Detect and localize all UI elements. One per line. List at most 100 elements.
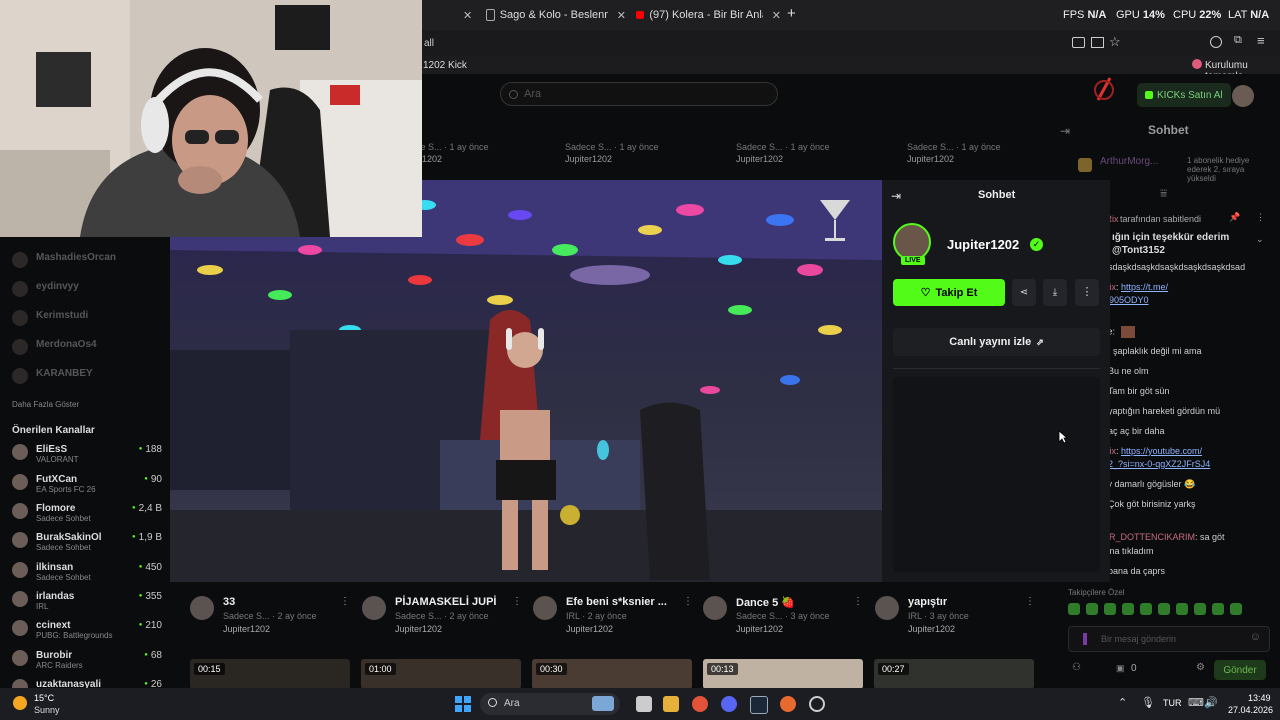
sidebar-item-burobir[interactable]: BurobirARC Raiders68: [12, 650, 162, 670]
chat-message: yina tıkladım: [1103, 546, 1154, 556]
card-channel[interactable]: Jupiter1202: [565, 154, 612, 164]
sidebar-item-irlandas[interactable]: irlandasIRL355: [12, 591, 162, 611]
video-thumbnail[interactable]: 00:13: [703, 659, 863, 689]
followers-only-label: Takipçilere Özel: [1068, 588, 1125, 597]
chevron-down-icon[interactable]: ⌄: [1256, 234, 1264, 245]
menu-icon[interactable]: ≡: [1257, 33, 1265, 48]
video-thumbnail[interactable]: 01:00: [361, 659, 521, 689]
emote-icon[interactable]: [1176, 603, 1188, 615]
more-options-icon[interactable]: ⋮: [512, 596, 522, 607]
clock-time[interactable]: 13:49: [1248, 693, 1271, 703]
buy-kicks-button[interactable]: KICKs Satın Al: [1137, 83, 1231, 107]
chat-link[interactable]: https://t.me/: [1121, 282, 1168, 292]
weather-sun-icon[interactable]: [13, 696, 27, 710]
bookmark-star-icon[interactable]: ☆: [1109, 34, 1121, 50]
video-thumbnail[interactable]: 00:15: [190, 659, 350, 689]
emote-icon[interactable]: [1104, 603, 1116, 615]
sidebar-item-ilkinsan[interactable]: ilkinsanSadece Sohbet450: [12, 562, 162, 582]
emote-icon[interactable]: [1230, 603, 1242, 615]
new-tab-button[interactable]: +: [787, 4, 796, 22]
stream-video[interactable]: [170, 180, 882, 582]
clock-date[interactable]: 27.04.2026: [1228, 705, 1273, 715]
emote-icon[interactable]: [1122, 603, 1134, 615]
chat-link[interactable]: https://youtube.com/: [1121, 446, 1202, 456]
sidebar-channel[interactable]: Kerimstudi: [12, 310, 162, 326]
user-avatar[interactable]: [1232, 85, 1254, 107]
more-options-icon[interactable]: ⋮: [340, 596, 350, 607]
more-options-icon[interactable]: ⋮: [1075, 279, 1099, 306]
video-thumbnail[interactable]: 00:30: [532, 659, 692, 689]
close-tab-icon[interactable]: ✕: [617, 9, 626, 22]
sidebar-channel[interactable]: MerdonaOs4: [12, 339, 162, 355]
collapse-chat-icon[interactable]: ⇥: [891, 189, 901, 203]
firefox-icon: [1192, 59, 1202, 69]
card-channel[interactable]: Jupiter1202: [736, 154, 783, 164]
download-icon[interactable]: ⤓: [1043, 279, 1067, 306]
recommended-title: Önerilen Kanallar: [12, 425, 95, 436]
account-icon[interactable]: [1210, 36, 1222, 48]
filter-icon[interactable]: ⩸: [1160, 186, 1167, 201]
chevron-up-icon[interactable]: ⌃: [1118, 696, 1127, 709]
url-text[interactable]: all: [424, 38, 434, 49]
firefox-icon[interactable]: [692, 696, 708, 712]
emote-icon[interactable]: [1140, 603, 1152, 615]
microphone-icon[interactable]: 🎙: [1141, 696, 1155, 709]
weather-temp[interactable]: 15°C: [34, 693, 54, 703]
mouse-cursor-icon: [1058, 430, 1068, 444]
chat-message-input[interactable]: Bir mesaj gönderin ☺: [1068, 626, 1270, 652]
emote-icon[interactable]: [1068, 603, 1080, 615]
discord-icon[interactable]: [721, 696, 737, 712]
more-options-icon[interactable]: ⋮: [853, 596, 863, 607]
browser-tab-1[interactable]: Sago & Kolo - Beslenme Çantası ✕: [486, 6, 626, 24]
language-indicator[interactable]: TUR: [1163, 698, 1182, 708]
obs-icon[interactable]: [809, 696, 825, 712]
search-input[interactable]: Ara: [500, 82, 778, 106]
taskbar-search[interactable]: Ara: [480, 693, 620, 715]
task-view-icon[interactable]: [636, 696, 652, 712]
steam-icon[interactable]: [750, 696, 768, 714]
sidebar-item-uzaktanasyali[interactable]: uzaktanasyali26: [12, 679, 162, 688]
network-icon[interactable]: ⌨: [1188, 696, 1204, 709]
share-icon[interactable]: ⋖: [1012, 279, 1036, 306]
kick-gift-icon[interactable]: [1092, 76, 1116, 102]
channel-name[interactable]: Jupiter1202: [947, 237, 1019, 252]
browser-tab-partial[interactable]: ✕: [430, 6, 475, 24]
firefox-dev-icon[interactable]: [780, 696, 796, 712]
sidebar-item-flomore[interactable]: FlomoreSadece Sohbet2,4 B: [12, 503, 162, 523]
sidebar-item-buraksakinol[interactable]: BurakSakinOlSadece Sohbet1,9 B: [12, 532, 162, 552]
gift-icon[interactable]: ▣: [1116, 663, 1125, 674]
follow-button[interactable]: ♡ Takip Et: [893, 279, 1005, 306]
more-options-icon[interactable]: ⋮: [1256, 212, 1265, 223]
sidebar-item-ccinext[interactable]: ccinextPUBG: Battlegrounds210: [12, 620, 162, 640]
emote-icon[interactable]: [1158, 603, 1170, 615]
emoji-icon[interactable]: ☺: [1250, 631, 1261, 643]
send-button[interactable]: Gönder: [1214, 660, 1266, 680]
file-explorer-icon[interactable]: [663, 696, 679, 712]
browser-tab-2[interactable]: (97) Kolera - Bir Bir Anla Video ✕: [636, 6, 781, 24]
sidebar-channel[interactable]: eydinvyy: [12, 281, 162, 297]
sidebar-channel[interactable]: MashadiesOrcan: [12, 252, 162, 268]
more-options-icon[interactable]: ⋮: [683, 596, 693, 607]
reader-icon[interactable]: [1091, 37, 1104, 48]
sidebar-item-eliess[interactable]: EliEsSVALORANT188: [12, 444, 162, 464]
card-channel[interactable]: Jupiter1202: [907, 154, 954, 164]
show-more-link[interactable]: Daha Fazla Göster: [12, 400, 79, 409]
sidebar-item-futxcan[interactable]: FutXCanEA Sports FC 2690: [12, 474, 162, 494]
emote-icon[interactable]: [1194, 603, 1206, 615]
sidebar-channel[interactable]: KARANBEY: [12, 368, 162, 384]
volume-icon[interactable]: 🔊: [1204, 696, 1218, 709]
screenshot-icon[interactable]: [1072, 37, 1085, 48]
emote-icon[interactable]: [1212, 603, 1224, 615]
extensions-icon[interactable]: ⧉: [1234, 34, 1242, 47]
close-tab-icon[interactable]: ✕: [772, 9, 781, 22]
gear-icon[interactable]: ⚙: [1196, 662, 1205, 673]
close-tab-icon[interactable]: ✕: [463, 9, 472, 22]
watch-live-button[interactable]: Canlı yayını izle ⇗: [893, 328, 1100, 356]
emote-icon[interactable]: [1086, 603, 1098, 615]
collapse-chat-icon[interactable]: ⇥: [1060, 124, 1070, 138]
windows-start-icon[interactable]: [455, 696, 471, 712]
video-thumbnail[interactable]: 00:27: [874, 659, 1034, 689]
bookmark-item[interactable]: 1202 Kick: [423, 60, 467, 71]
more-options-icon[interactable]: ⋮: [1025, 596, 1035, 607]
points-icon[interactable]: ⚇: [1072, 662, 1081, 673]
